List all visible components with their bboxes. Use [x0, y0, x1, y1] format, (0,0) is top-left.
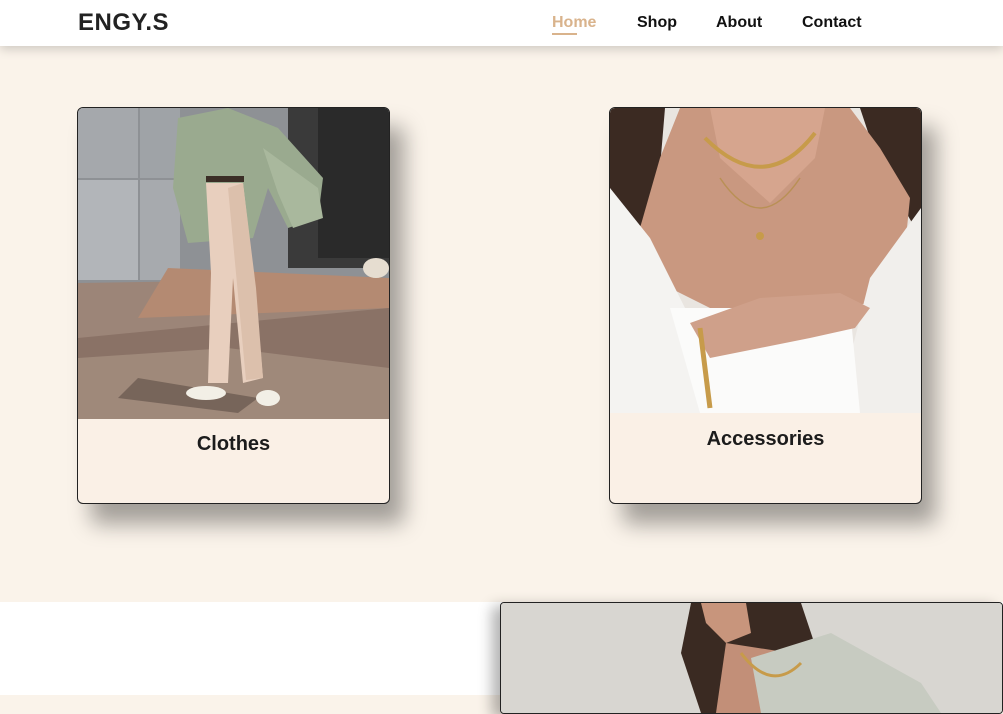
- accessories-photo: [610, 108, 921, 413]
- clothes-photo: [78, 108, 389, 419]
- accessories-card[interactable]: Accessories: [609, 107, 922, 504]
- nav-about[interactable]: About: [716, 14, 762, 32]
- clothes-label: Clothes: [196, 433, 271, 455]
- nav-active-underline: [552, 33, 577, 35]
- nav-home[interactable]: Home: [552, 14, 596, 32]
- accessories-label: Accessories: [706, 428, 825, 450]
- featured-photo: [501, 603, 1002, 713]
- nav-contact[interactable]: Contact: [802, 14, 862, 32]
- brand-logo[interactable]: ENGY.S: [78, 9, 169, 37]
- featured-card[interactable]: [500, 602, 1003, 714]
- nav-shop[interactable]: Shop: [637, 14, 677, 32]
- clothes-card[interactable]: Clothes: [77, 107, 390, 504]
- navbar: ENGY.S Home Shop About Contact: [0, 0, 1003, 46]
